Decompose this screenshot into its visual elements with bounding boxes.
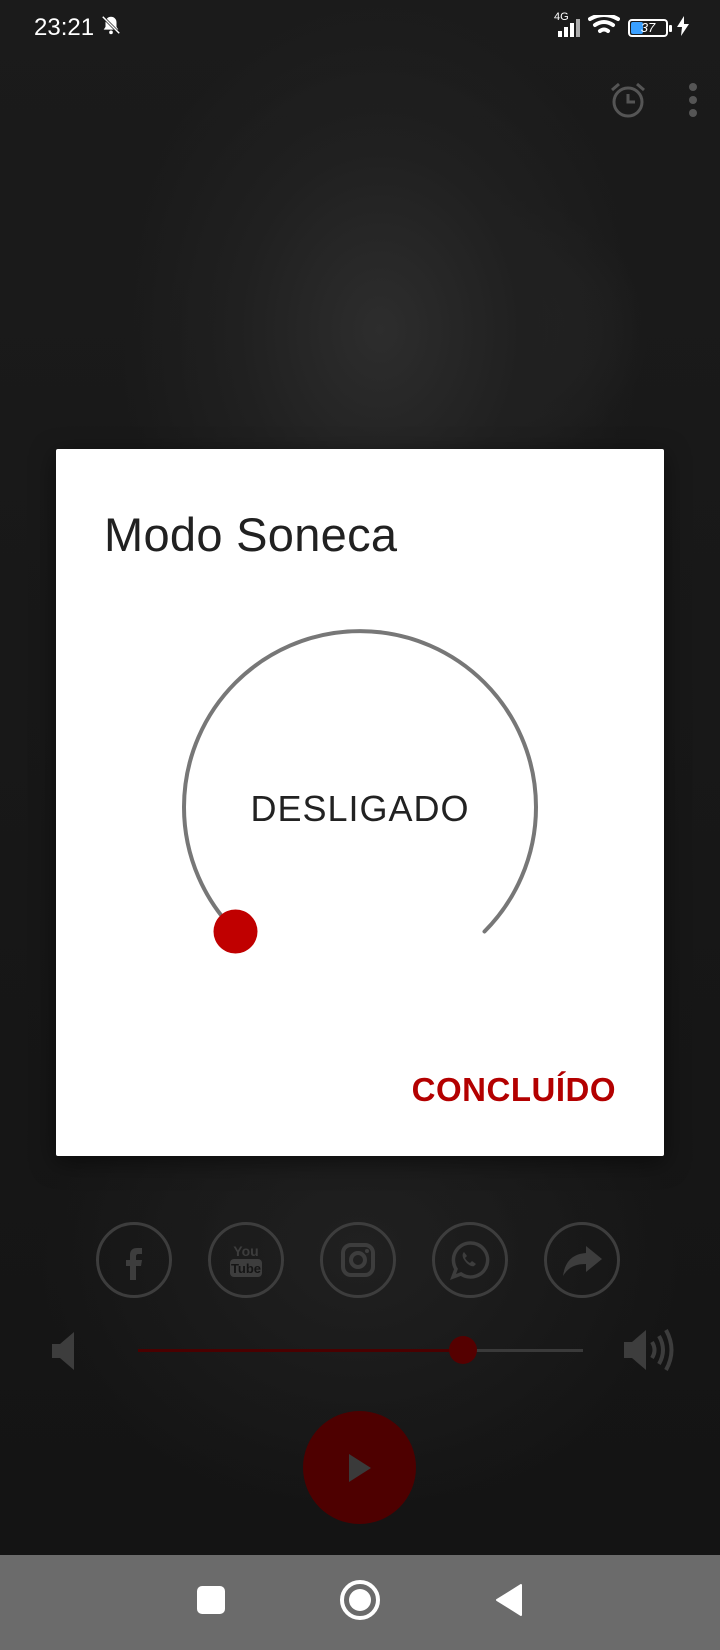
wifi-icon bbox=[588, 12, 620, 42]
volume-low-icon[interactable] bbox=[48, 1328, 78, 1379]
youtube-icon: You Tube bbox=[230, 1243, 262, 1277]
play-icon bbox=[348, 1453, 371, 1482]
svg-text:Tube: Tube bbox=[231, 1261, 261, 1276]
back-icon[interactable] bbox=[494, 1583, 524, 1622]
system-navigation-bar bbox=[0, 1555, 720, 1650]
status-bar: 23:21 4G 37 bbox=[0, 0, 720, 56]
facebook-button[interactable] bbox=[96, 1222, 172, 1298]
battery-icon: 37 bbox=[628, 19, 672, 37]
social-share-row: You Tube bbox=[96, 1222, 620, 1298]
battery-level: 37 bbox=[640, 20, 656, 35]
home-icon[interactable] bbox=[339, 1579, 381, 1626]
clock: 23:21 bbox=[34, 14, 95, 41]
volume-slider-thumb[interactable] bbox=[448, 1336, 477, 1364]
network-type: 4G bbox=[554, 11, 569, 23]
youtube-button[interactable]: You Tube bbox=[208, 1222, 284, 1298]
whatsapp-button[interactable] bbox=[432, 1222, 508, 1298]
more-options-icon[interactable] bbox=[688, 82, 698, 123]
signal-icon: 4G bbox=[554, 11, 580, 37]
dial-knob bbox=[213, 909, 258, 954]
recents-icon[interactable] bbox=[196, 1585, 226, 1620]
whatsapp-icon bbox=[450, 1241, 490, 1280]
bell-muted-icon bbox=[100, 14, 122, 43]
dial-track bbox=[182, 629, 538, 934]
volume-high-icon[interactable] bbox=[622, 1324, 678, 1381]
volume-control bbox=[48, 1320, 678, 1380]
charging-icon bbox=[676, 15, 690, 41]
alarm-clock-icon[interactable] bbox=[608, 80, 648, 125]
sleep-timer-dialog: Modo Soneca DESLIGADO CONCLUÍDO bbox=[56, 449, 664, 1156]
done-button[interactable]: CONCLUÍDO bbox=[412, 1071, 616, 1109]
dial-value-label: DESLIGADO bbox=[250, 788, 470, 829]
share-button[interactable] bbox=[544, 1222, 620, 1298]
volume-slider-fill bbox=[138, 1349, 463, 1352]
svg-text:You: You bbox=[233, 1243, 258, 1259]
app-toolbar-actions bbox=[608, 80, 698, 125]
facebook-icon bbox=[126, 1248, 142, 1280]
share-icon bbox=[563, 1246, 602, 1276]
instagram-button[interactable] bbox=[320, 1222, 396, 1298]
play-button[interactable] bbox=[303, 1411, 416, 1524]
volume-slider[interactable] bbox=[138, 1336, 583, 1364]
instagram-icon bbox=[341, 1243, 375, 1277]
